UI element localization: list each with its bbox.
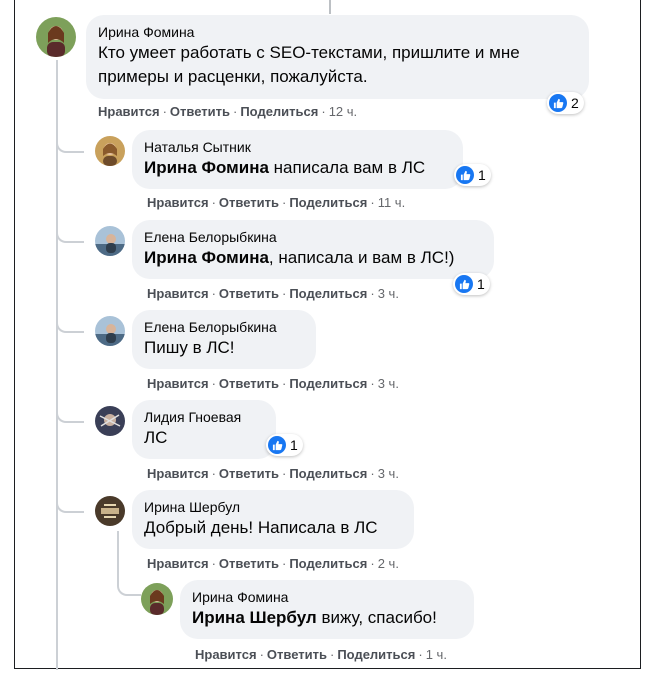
comment-actions: Нравится · Ответить · Поделиться · 3 ч. — [147, 286, 399, 301]
comment-author[interactable]: Ирина Фомина — [192, 588, 462, 606]
thread-connector — [56, 491, 84, 513]
timestamp[interactable]: 12 ч. — [329, 104, 357, 119]
timestamp[interactable]: 3 ч. — [378, 376, 399, 391]
comment-actions: Нравится · Ответить · Поделиться · 1 ч. — [195, 647, 447, 662]
like-link[interactable]: Нравится — [98, 104, 160, 119]
comment-author[interactable]: Ирина Фомина — [98, 23, 577, 41]
timestamp[interactable]: 2 ч. — [378, 556, 399, 571]
comment-actions: Нравится · Ответить · Поделиться · 2 ч. — [147, 556, 399, 571]
comment-bubble: Елена Белорыбкина Пишу в ЛС! — [132, 310, 316, 369]
thread-connector — [56, 131, 84, 153]
avatar[interactable] — [95, 136, 125, 166]
thread-connector — [56, 401, 84, 423]
comment-text: Пишу в ЛС! — [144, 338, 235, 357]
reaction-count[interactable]: 1 — [266, 434, 303, 456]
avatar[interactable] — [95, 226, 125, 256]
like-link[interactable]: Нравится — [147, 556, 209, 571]
reaction-count-number: 1 — [478, 167, 486, 183]
like-link[interactable]: Нравится — [147, 376, 209, 391]
mention-link[interactable]: Ирина Фомина — [144, 248, 269, 267]
comment-bubble: Наталья Сытник Ирина Фомина написала вам… — [132, 130, 463, 189]
comment-author[interactable]: Наталья Сытник — [144, 138, 451, 156]
thumbs-up-icon — [455, 275, 473, 293]
comment-text: примеры и расценки, пожалуйста. — [98, 67, 368, 86]
comment-author[interactable]: Елена Белорыбкина — [144, 228, 482, 246]
avatar[interactable] — [141, 583, 173, 615]
share-link[interactable]: Поделиться — [289, 286, 367, 301]
reaction-count[interactable]: 1 — [454, 164, 491, 186]
thread-connector — [56, 221, 84, 243]
share-link[interactable]: Поделиться — [289, 466, 367, 481]
reply-link[interactable]: Ответить — [219, 286, 279, 301]
comment-text: Кто умеет работать с SEO-текстами, пришл… — [98, 43, 520, 62]
avatar[interactable] — [95, 316, 125, 346]
timestamp[interactable]: 3 ч. — [378, 286, 399, 301]
thread-connector — [117, 574, 141, 596]
comment-text: ЛС — [144, 428, 168, 447]
reply-link[interactable]: Ответить — [170, 104, 230, 119]
comment-text: , написала и вам в ЛС!) — [268, 248, 455, 267]
reaction-count-number: 1 — [290, 437, 298, 453]
thumbs-up-icon — [268, 436, 286, 454]
avatar[interactable] — [95, 496, 125, 526]
comment-bubble: Ирина Шербул Добрый день! Написала в ЛС — [132, 490, 414, 549]
comment-bubble: Ирина Фомина Ирина Шербул вижу, спасибо! — [180, 580, 474, 639]
reaction-count-number: 1 — [477, 276, 485, 292]
comment-actions: Нравится · Ответить · Поделиться · 12 ч. — [98, 104, 358, 119]
timestamp[interactable]: 3 ч. — [378, 466, 399, 481]
timestamp[interactable]: 1 ч. — [426, 647, 447, 662]
thread-line — [56, 60, 58, 670]
comment-bubble: Лидия Гноевая ЛС — [132, 400, 276, 459]
reaction-count[interactable]: 2 — [547, 92, 584, 114]
comment-text: Добрый день! Написала в ЛС — [144, 518, 378, 537]
comment-bubble: Елена Белорыбкина Ирина Фомина, написала… — [132, 220, 494, 279]
like-link[interactable]: Нравится — [147, 466, 209, 481]
comment-actions: Нравится · Ответить · Поделиться · 11 ч. — [147, 195, 406, 210]
comment-text: написала вам в ЛС — [268, 158, 426, 177]
avatar[interactable] — [95, 406, 125, 436]
reply-link[interactable]: Ответить — [219, 376, 279, 391]
share-link[interactable]: Поделиться — [289, 195, 367, 210]
like-link[interactable]: Нравится — [147, 286, 209, 301]
comment-author[interactable]: Ирина Шербул — [144, 498, 402, 516]
comment-text: вижу, спасибо! — [316, 608, 437, 627]
timestamp[interactable]: 11 ч. — [378, 195, 406, 210]
comment-actions: Нравится · Ответить · Поделиться · 3 ч. — [147, 466, 399, 481]
comment-bubble: Ирина Фомина Кто умеет работать с SEO-те… — [86, 15, 589, 99]
scrollbar-thumb[interactable] — [329, 0, 331, 14]
mention-link[interactable]: Ирина Шербул — [192, 608, 317, 627]
mention-link[interactable]: Ирина Фомина — [144, 158, 269, 177]
like-link[interactable]: Нравится — [147, 195, 209, 210]
thread-connector — [56, 311, 84, 333]
share-link[interactable]: Поделиться — [289, 556, 367, 571]
thumbs-up-icon — [456, 166, 474, 184]
reply-link[interactable]: Ответить — [219, 556, 279, 571]
share-link[interactable]: Поделиться — [337, 647, 415, 662]
comment-author[interactable]: Лидия Гноевая — [144, 408, 264, 426]
reply-link[interactable]: Ответить — [219, 195, 279, 210]
reaction-count-number: 2 — [571, 95, 579, 111]
like-link[interactable]: Нравится — [195, 647, 257, 662]
reply-link[interactable]: Ответить — [219, 466, 279, 481]
reply-link[interactable]: Ответить — [267, 647, 327, 662]
thumbs-up-icon — [549, 94, 567, 112]
reaction-count[interactable]: 1 — [453, 273, 490, 295]
comment-actions: Нравится · Ответить · Поделиться · 3 ч. — [147, 376, 399, 391]
comment-author[interactable]: Елена Белорыбкина — [144, 318, 304, 336]
share-link[interactable]: Поделиться — [240, 104, 318, 119]
share-link[interactable]: Поделиться — [289, 376, 367, 391]
avatar[interactable] — [36, 17, 76, 57]
